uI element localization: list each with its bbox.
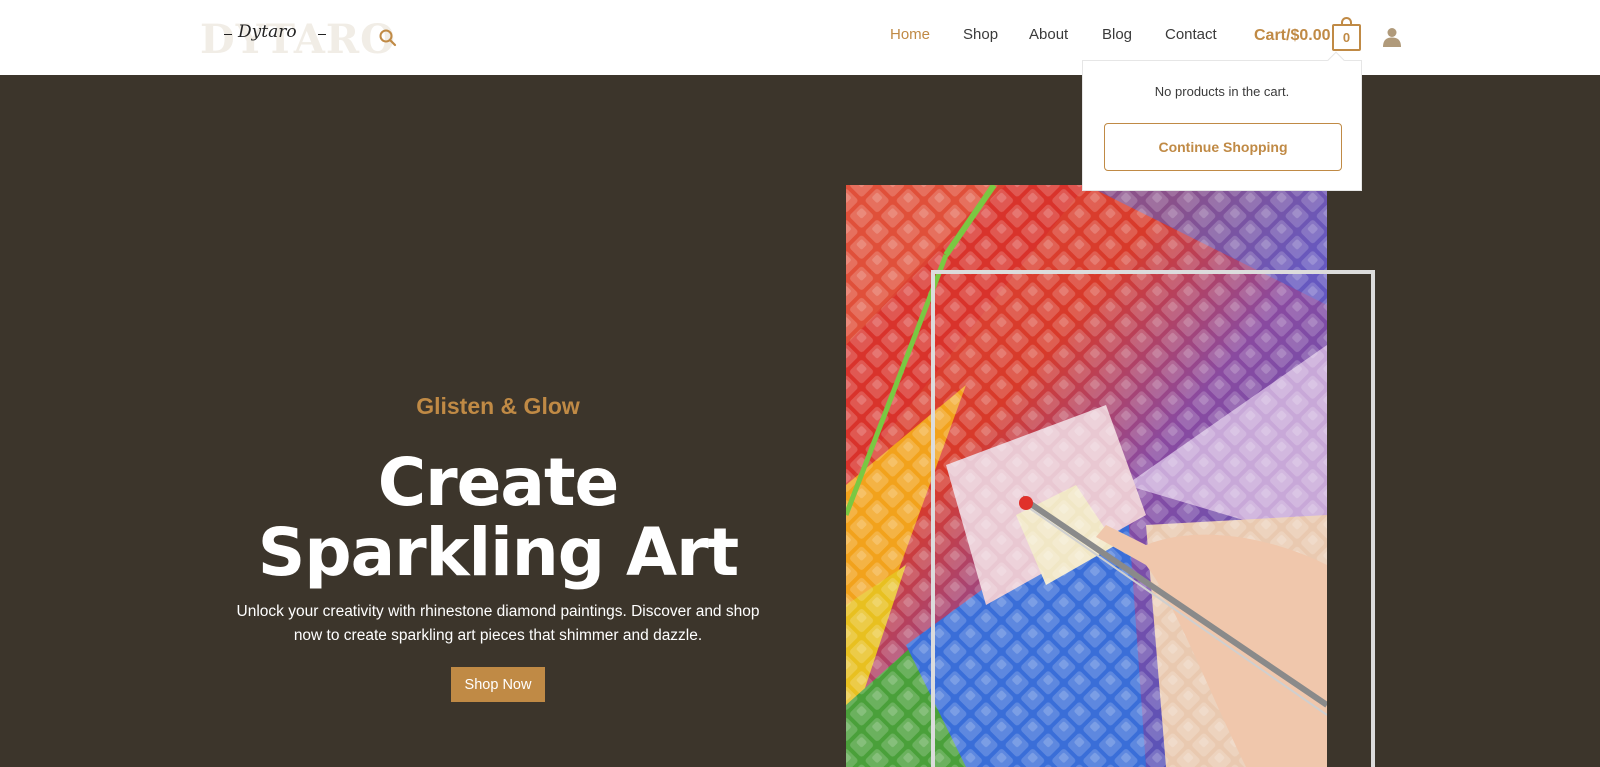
hero-subtitle: Unlock your creativity with rhinestone d… [236,603,760,644]
search-icon[interactable] [378,28,398,48]
hero-image-frame [931,270,1375,767]
nav-home[interactable]: Home [890,26,930,50]
hero-title-line-1: Create [377,444,620,521]
hero-eyebrow: Glisten & Glow [416,393,580,419]
continue-shopping-button[interactable]: Continue Shopping [1104,123,1342,171]
shop-now-button[interactable]: Shop Now [451,667,545,702]
cart-bag-icon[interactable]: 0 [1332,17,1361,51]
nav-blog[interactable]: Blog [1102,26,1132,50]
logo-dash-left [224,34,232,35]
cart-count-badge: 0 [1342,30,1351,45]
nav-contact[interactable]: Contact [1165,26,1217,50]
hero-title: Create Sparkling Art [198,448,798,588]
logo-background-text: DYTARO [200,16,396,63]
nav-about[interactable]: About [1029,26,1068,50]
cart-empty-message: No products in the cart. [1154,84,1290,99]
nav-shop[interactable]: Shop [963,26,998,50]
user-icon[interactable] [1383,27,1401,47]
site-logo[interactable]: DYTARO Dytaro [200,14,395,63]
cart-bag-handle [1341,17,1352,26]
mini-cart-dropdown: No products in the cart. Continue Shoppi… [1082,51,1362,191]
cart-total-link[interactable]: Cart/$0.00 [1254,27,1331,45]
logo-dash-right [318,34,326,35]
logo-script-text: Dytaro [238,22,297,42]
hero-title-line-2: Sparkling Art [257,514,739,591]
